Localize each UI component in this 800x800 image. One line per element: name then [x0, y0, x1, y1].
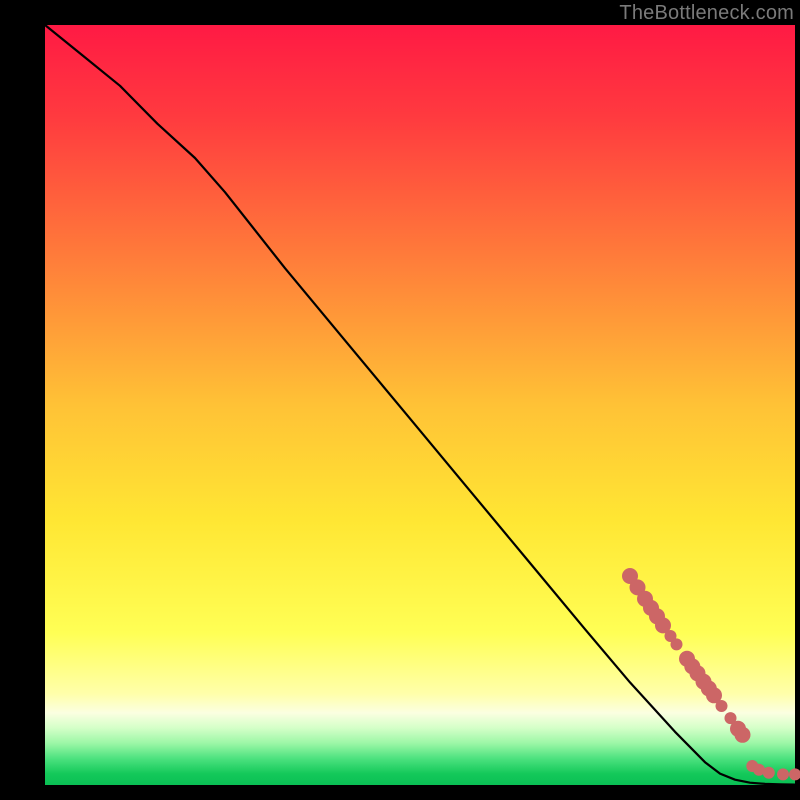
bottleneck-chart — [0, 0, 800, 800]
data-point — [716, 700, 728, 712]
data-point — [735, 727, 751, 743]
chart-frame: { "attribution": "TheBottleneck.com", "p… — [0, 0, 800, 800]
data-point — [671, 638, 683, 650]
data-point — [777, 768, 789, 780]
data-point — [763, 767, 775, 779]
